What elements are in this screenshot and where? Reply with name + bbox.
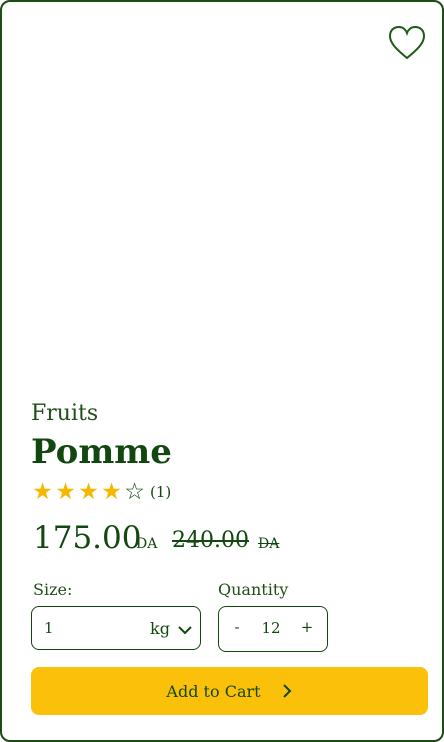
size-label: Size:: [33, 580, 73, 599]
quantity-stepper: - 12 +: [218, 606, 328, 652]
chevron-right-icon: [282, 684, 291, 698]
star-icon: ★: [55, 479, 76, 505]
rating: ★ ★ ★ ★ ☆ (1): [31, 480, 171, 504]
heart-outline-icon[interactable]: [388, 25, 426, 61]
increment-button[interactable]: +: [297, 618, 317, 636]
star-icon: ★: [32, 479, 53, 505]
star-icon: ★: [101, 479, 122, 505]
star-outline-icon: ☆: [124, 479, 145, 505]
product-name: Pomme: [31, 432, 172, 472]
product-category: Fruits: [31, 401, 99, 426]
old-price: 240.00: [172, 528, 249, 553]
currency-label: DA: [136, 536, 158, 552]
size-selector[interactable]: 1 kg: [31, 606, 201, 650]
product-card: Fruits Pomme ★ ★ ★ ★ ☆ (1) 175.00 DA 240…: [0, 0, 444, 742]
decrement-button[interactable]: -: [227, 618, 247, 636]
old-currency-label: DA: [258, 536, 280, 552]
chevron-down-icon[interactable]: [176, 622, 194, 638]
current-price: 175.00: [33, 520, 142, 556]
unit-select[interactable]: kg: [150, 619, 170, 638]
add-to-cart-label: Add to Cart: [166, 681, 261, 701]
star-icon: ★: [78, 479, 99, 505]
size-value[interactable]: 1: [44, 619, 54, 637]
quantity-label: Quantity: [218, 580, 289, 599]
quantity-value[interactable]: 12: [257, 619, 285, 637]
review-count: (1): [150, 483, 172, 501]
add-to-cart-button[interactable]: Add to Cart: [31, 667, 428, 715]
